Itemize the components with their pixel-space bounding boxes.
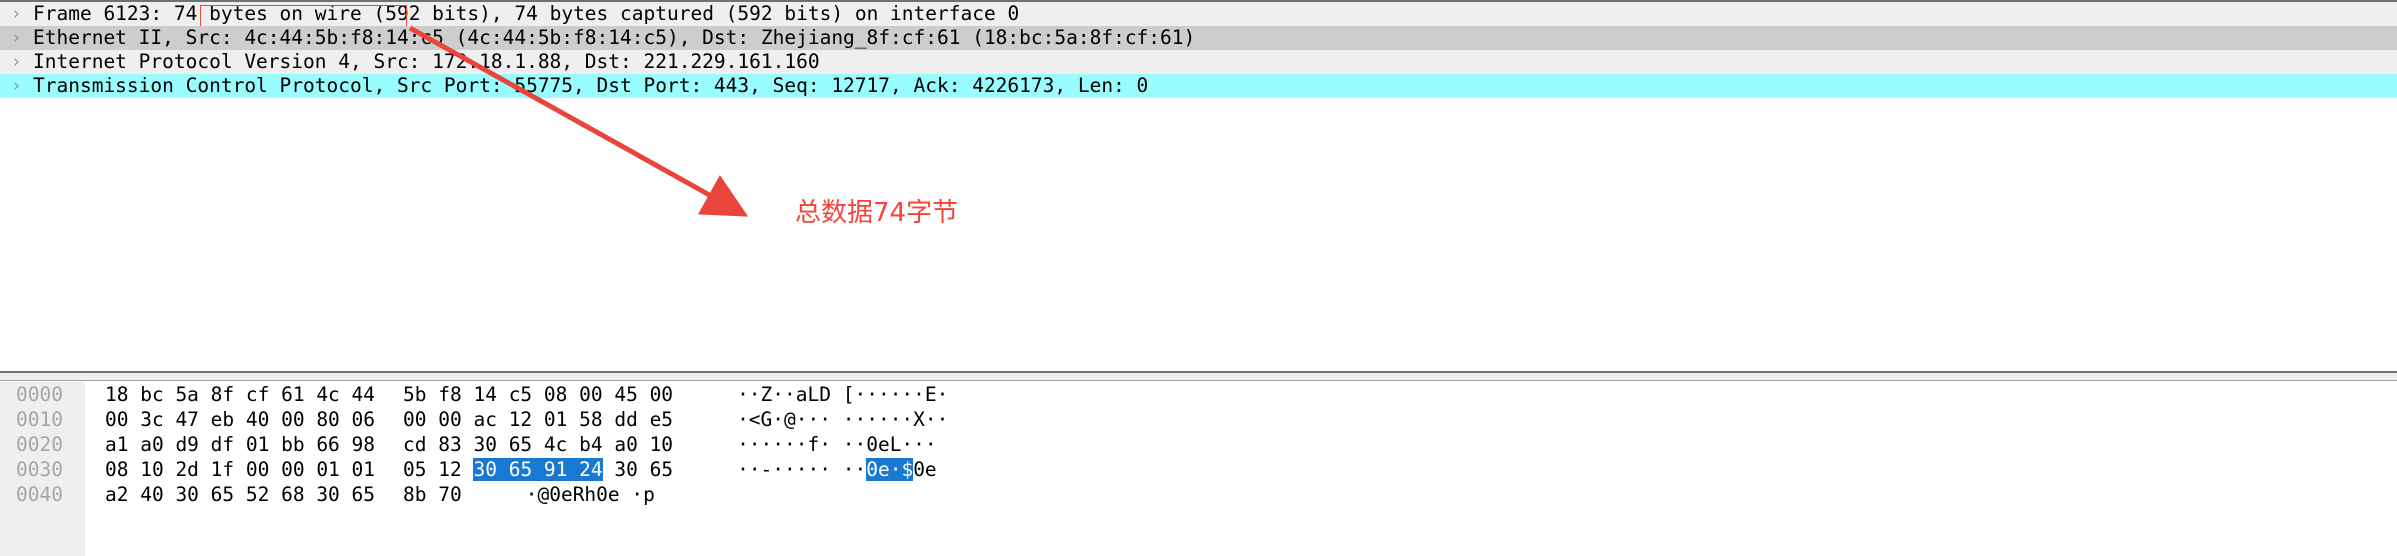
tree-row-tcp[interactable]: › Transmission Control Protocol, Src Por… (0, 74, 2397, 98)
ascii-pre: ·@0eRh0e ·p (525, 483, 655, 506)
hex-bytes-group-1[interactable]: 08 10 2d 1f 00 00 01 01 (85, 457, 375, 482)
hex-dump-rows[interactable]: 0000 18 bc 5a 8f cf 61 4c 44 5b f8 14 c5… (0, 382, 948, 507)
chevron-right-icon[interactable]: › (0, 26, 33, 50)
packet-bytes-pane[interactable]: 0000 18 bc 5a 8f cf 61 4c 44 5b f8 14 c5… (0, 371, 2397, 556)
hex-offset: 0010 (0, 407, 85, 432)
hex-bytes-group-2[interactable]: 5b f8 14 c5 08 00 45 00 (375, 382, 673, 407)
hex-row[interactable]: 0000 18 bc 5a 8f cf 61 4c 44 5b f8 14 c5… (0, 382, 948, 407)
hex-bytes-group-1[interactable]: a2 40 30 65 52 68 30 65 (85, 482, 375, 507)
chevron-right-icon[interactable]: › (0, 2, 33, 26)
chevron-right-icon[interactable]: › (0, 74, 33, 98)
tree-row-ethernet[interactable]: › Ethernet II, Src: 4c:44:5b:f8:14:c5 (4… (0, 26, 2397, 50)
hex-bytes-group-1[interactable]: a1 a0 d9 df 01 bb 66 98 (85, 432, 375, 457)
annotation-label: 总数据74字节 (795, 198, 959, 228)
wireshark-screen: › Frame 6123: 74 bytes on wire (592 bits… (0, 0, 2397, 556)
hex-row[interactable]: 0040 a2 40 30 65 52 68 30 65 8b 70 ·@0eR… (0, 482, 948, 507)
tree-row-ipv4-label: Internet Protocol Version 4, Src: 172.18… (33, 50, 820, 73)
ascii-post: 0e (913, 458, 937, 481)
ascii-pre: ······f· (737, 433, 843, 456)
tree-row-tcp-label: Transmission Control Protocol, Src Port:… (33, 74, 1149, 97)
ascii-column[interactable]: ··-····· ··0e·$0e (673, 457, 937, 482)
tree-row-ethernet-label: Ethernet II, Src: 4c:44:5b:f8:14:c5 (4c:… (33, 26, 1196, 49)
hex-bytes-suffix: 30 65 (602, 458, 674, 481)
ascii-post: [······E· (842, 383, 949, 406)
hex-bytes-group-1[interactable]: 00 3c 47 eb 40 00 80 06 (85, 407, 375, 432)
ascii-column[interactable]: ·<G·@··· ······X·· (673, 407, 948, 432)
ascii-post: ··0eL··· (842, 433, 937, 456)
tree-row-ipv4[interactable]: › Internet Protocol Version 4, Src: 172.… (0, 50, 2397, 74)
hex-offset: 0030 (0, 457, 85, 482)
hex-row[interactable]: 0020 a1 a0 d9 df 01 bb 66 98 cd 83 30 65… (0, 432, 948, 457)
hex-bytes-group-2[interactable]: 00 00 ac 12 01 58 dd e5 (375, 407, 673, 432)
hex-bytes-group-2[interactable]: 8b 70 (375, 482, 462, 507)
hex-bytes-group-2[interactable]: cd 83 30 65 4c b4 a0 10 (375, 432, 673, 457)
hex-bytes-prefix: 05 12 (403, 458, 474, 481)
detail-pane-empty-area (0, 98, 2397, 365)
tree-row-frame-boxed-text: 74 bytes on wire (592 bits), (173, 2, 503, 25)
hex-offset: 0000 (0, 382, 85, 407)
hex-bytes-group-1[interactable]: 18 bc 5a 8f cf 61 4c 44 (85, 382, 375, 407)
ascii-pre: ··Z··aLD (737, 383, 843, 406)
ascii-column[interactable]: ······f· ··0eL··· (673, 432, 937, 457)
chevron-right-icon[interactable]: › (0, 50, 33, 74)
tree-row-frame-suffix: 74 bytes captured (592 bits) on interfac… (502, 2, 1020, 25)
ascii-pre: ··-····· ·· (737, 458, 867, 481)
tree-row-frame-prefix: Frame 6123: (33, 2, 174, 25)
ascii-selection[interactable]: 0e·$ (866, 458, 914, 481)
hex-bytes-selection[interactable]: 30 65 91 24 (473, 458, 603, 481)
hex-row[interactable]: 0010 00 3c 47 eb 40 00 80 06 00 00 ac 12… (0, 407, 948, 432)
bytes-pane-tab-strip (0, 373, 2397, 381)
tree-row-frame[interactable]: › Frame 6123: 74 bytes on wire (592 bits… (0, 2, 2397, 28)
ascii-column[interactable]: ··Z··aLD [······E· (673, 382, 948, 407)
hex-row-selected[interactable]: 0030 08 10 2d 1f 00 00 01 01 05 12 30 65… (0, 457, 948, 482)
ascii-pre: ·<G·@··· (737, 408, 843, 431)
hex-offset: 0020 (0, 432, 85, 457)
hex-offset: 0040 (0, 482, 85, 507)
ascii-column[interactable]: ·@0eRh0e ·p (462, 482, 655, 507)
hex-bytes-group-2[interactable]: 05 12 30 65 91 24 30 65 (375, 457, 673, 482)
ascii-post: ······X·· (842, 408, 949, 431)
packet-detail-pane[interactable]: › Frame 6123: 74 bytes on wire (592 bits… (0, 0, 2397, 365)
